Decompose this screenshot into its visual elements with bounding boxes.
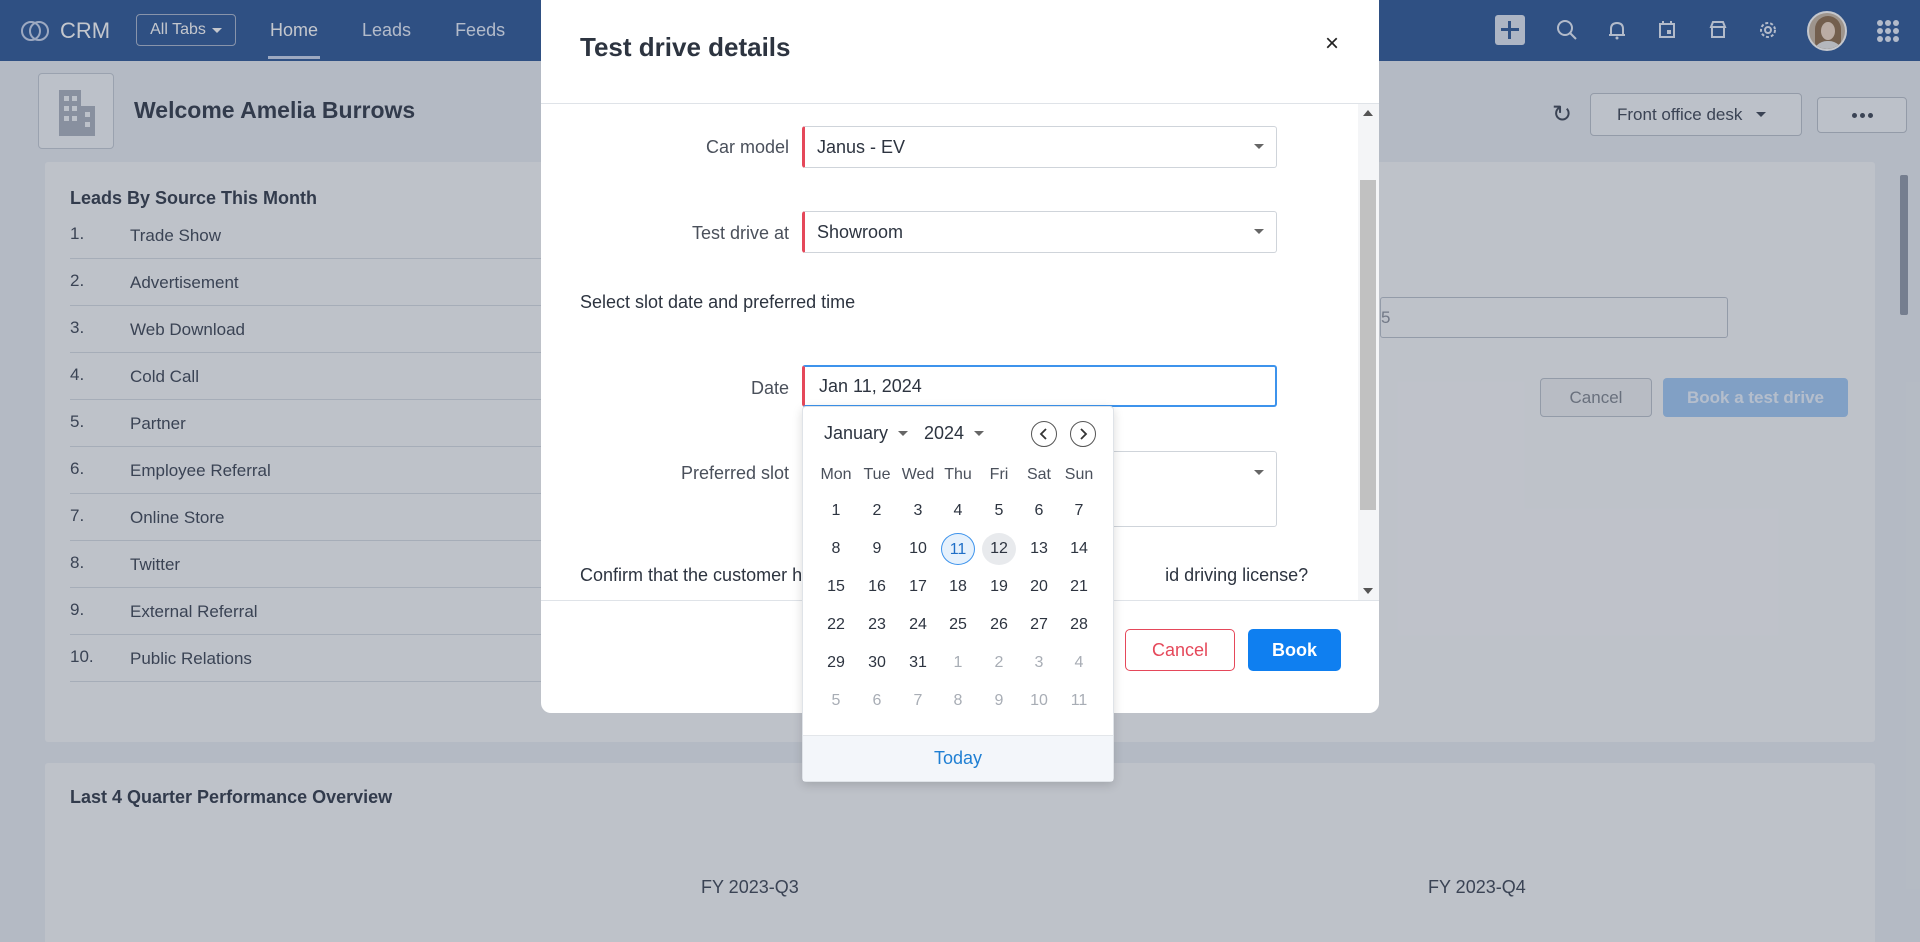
preferred-slot-label: Preferred slot bbox=[680, 463, 789, 483]
weekday-header: Thu bbox=[944, 466, 972, 483]
calendar-day[interactable]: 5 bbox=[982, 495, 1016, 527]
year-dropdown[interactable]: 2024 bbox=[924, 423, 985, 444]
scroll-thumb[interactable] bbox=[1360, 180, 1376, 510]
calendar-day-other-month[interactable]: 2 bbox=[982, 647, 1016, 679]
calendar-day[interactable]: 9 bbox=[860, 533, 894, 565]
next-month-button[interactable] bbox=[1070, 421, 1096, 447]
car-model-select[interactable]: Janus - EV bbox=[802, 126, 1277, 168]
calendar-day[interactable]: 14 bbox=[1062, 533, 1096, 565]
weekday-header: Sun bbox=[1064, 466, 1094, 483]
calendar-day-other-month[interactable]: 8 bbox=[941, 685, 975, 717]
scroll-up-icon[interactable] bbox=[1363, 110, 1373, 116]
calendar-day[interactable]: 21 bbox=[1062, 571, 1096, 603]
calendar-day[interactable]: 30 bbox=[860, 647, 894, 679]
weekday-header: Fri bbox=[989, 466, 1009, 483]
close-icon[interactable]: × bbox=[1325, 30, 1339, 58]
calendar-day[interactable]: 11 bbox=[941, 533, 975, 565]
car-model-value: Janus - EV bbox=[817, 136, 906, 157]
calendar-day[interactable]: 4 bbox=[941, 495, 975, 527]
date-value: Jan 11, 2024 bbox=[819, 375, 922, 396]
chevron-down-icon bbox=[1254, 229, 1264, 234]
calendar-day-other-month[interactable]: 1 bbox=[941, 647, 975, 679]
calendar-day[interactable]: 25 bbox=[941, 609, 975, 641]
modal-header: Test drive details × bbox=[541, 0, 1379, 104]
chevron-left-icon bbox=[1039, 428, 1047, 440]
calendar-day[interactable]: 18 bbox=[941, 571, 975, 603]
calendar-day[interactable]: 8 bbox=[819, 533, 853, 565]
calendar-day[interactable]: 20 bbox=[1022, 571, 1056, 603]
calendar-day[interactable]: 3 bbox=[901, 495, 935, 527]
calendar-day-other-month[interactable]: 5 bbox=[819, 685, 853, 717]
date-label: Date bbox=[750, 378, 789, 398]
calendar-day[interactable]: 7 bbox=[1062, 495, 1096, 527]
weekday-header: Tue bbox=[863, 466, 891, 483]
calendar-day[interactable]: 31 bbox=[901, 647, 935, 679]
test-drive-at-label: Test drive at bbox=[691, 223, 789, 243]
today-button[interactable]: Today bbox=[803, 735, 1113, 781]
weekday-header: Sat bbox=[1026, 466, 1051, 483]
confirm-text-end: id driving license? bbox=[1165, 565, 1309, 585]
chevron-down-icon bbox=[1254, 470, 1264, 475]
chevron-down-icon bbox=[974, 431, 985, 436]
calendar-day[interactable]: 2 bbox=[860, 495, 894, 527]
month-dropdown[interactable]: January bbox=[824, 423, 909, 444]
calendar-day-other-month[interactable]: 4 bbox=[1062, 647, 1096, 679]
calendar-day[interactable]: 1 bbox=[819, 495, 853, 527]
calendar-day[interactable]: 10 bbox=[901, 533, 935, 565]
calendar-day[interactable]: 16 bbox=[860, 571, 894, 603]
calendar-day[interactable]: 27 bbox=[1022, 609, 1056, 641]
chevron-right-icon bbox=[1080, 428, 1088, 440]
calendar-day[interactable]: 13 bbox=[1022, 533, 1056, 565]
month-value: January bbox=[824, 423, 889, 443]
test-drive-at-value: Showroom bbox=[817, 221, 904, 242]
chevron-down-icon bbox=[898, 431, 909, 436]
date-picker: January 2024 Mon Tue Wed Thu Fri Sat Sun… bbox=[802, 406, 1114, 782]
calendar-day[interactable]: 17 bbox=[901, 571, 935, 603]
weekday-header: Wed bbox=[901, 466, 935, 483]
book-button[interactable]: Book bbox=[1248, 629, 1341, 671]
calendar-day-other-month[interactable]: 10 bbox=[1022, 685, 1056, 717]
year-value: 2024 bbox=[924, 423, 965, 443]
calendar-day-other-month[interactable]: 3 bbox=[1022, 647, 1056, 679]
calendar-day-other-month[interactable]: 6 bbox=[860, 685, 894, 717]
calendar-day-other-month[interactable]: 11 bbox=[1062, 685, 1096, 717]
chevron-down-icon bbox=[1254, 144, 1264, 149]
previous-month-button[interactable] bbox=[1031, 421, 1057, 447]
car-model-label: Car model bbox=[705, 137, 789, 157]
date-input[interactable]: Jan 11, 2024 bbox=[802, 365, 1277, 407]
calendar-day-other-month[interactable]: 7 bbox=[901, 685, 935, 717]
slot-instruction: Select slot date and preferred time bbox=[580, 292, 856, 312]
confirm-text-start: Confirm that the customer h bbox=[580, 565, 803, 585]
calendar-day-other-month[interactable]: 9 bbox=[982, 685, 1016, 717]
test-drive-at-select[interactable]: Showroom bbox=[802, 211, 1277, 253]
calendar-day[interactable]: 26 bbox=[982, 609, 1016, 641]
calendar-day[interactable]: 24 bbox=[901, 609, 935, 641]
calendar-day[interactable]: 29 bbox=[819, 647, 853, 679]
weekday-header: Mon bbox=[820, 466, 852, 483]
calendar-day[interactable]: 22 bbox=[819, 609, 853, 641]
calendar-day[interactable]: 15 bbox=[819, 571, 853, 603]
calendar-day[interactable]: 12 bbox=[982, 533, 1016, 565]
scroll-down-icon[interactable] bbox=[1363, 588, 1373, 594]
cancel-button[interactable]: Cancel bbox=[1125, 629, 1235, 671]
calendar-day[interactable]: 23 bbox=[860, 609, 894, 641]
modal-scrollbar[interactable] bbox=[1358, 104, 1379, 600]
calendar-day[interactable]: 6 bbox=[1022, 495, 1056, 527]
calendar-day[interactable]: 28 bbox=[1062, 609, 1096, 641]
modal-title: Test drive details bbox=[580, 32, 791, 62]
calendar-day[interactable]: 19 bbox=[982, 571, 1016, 603]
